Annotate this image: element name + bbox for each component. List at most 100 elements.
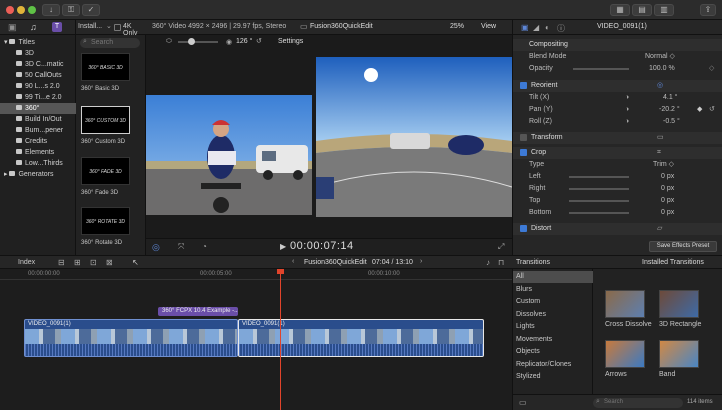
layout-toggle-2[interactable]: ▤ [632,4,652,16]
crop-left-slider[interactable] [569,176,629,178]
import-dropdown[interactable]: Install... [78,23,102,30]
roll-value[interactable]: -0.5 ° [663,116,680,128]
transition-category[interactable]: Replicator/Clones [513,359,593,371]
title-clip[interactable]: 360° FCPX 10.4 Example -... [158,307,238,316]
save-effects-preset-button[interactable]: Save Effects Preset [649,241,717,252]
color-inspector-icon[interactable]: ◐ [545,23,550,32]
transition-category[interactable]: Dissolves [513,309,593,321]
video-inspector-icon[interactable]: ▣ [521,23,529,32]
layout-toggle-1[interactable]: ▦ [610,4,630,16]
insert-clip-icon[interactable]: ⊞ [74,258,81,267]
transform-tool-icon[interactable]: ⤧ [178,242,184,252]
import-media-button[interactable]: ↓ [42,4,60,16]
minimize-window-button[interactable] [17,6,25,14]
pan-dial-icon[interactable]: ◑ [625,104,629,116]
transform-checkbox[interactable] [520,134,527,141]
layout-toggle-3[interactable]: ▥ [654,4,674,16]
reorient-checkbox[interactable] [520,82,527,89]
keywords-button[interactable]: ⚿ [62,4,80,16]
background-tasks-button[interactable]: ✓ [82,4,100,16]
crop-left-value[interactable]: 0 px [661,171,674,183]
play-button[interactable]: ▶ [280,242,286,251]
transition-category[interactable]: All [513,271,593,283]
share-button[interactable]: ⇪ [700,4,716,16]
sidebar-item[interactable]: Elements [0,147,76,158]
keyframe-add-icon[interactable]: ◆ [697,104,702,116]
filter-4k-checkbox[interactable] [114,24,121,31]
overwrite-clip-icon[interactable]: ⊠ [106,258,113,267]
reorient-globe-icon[interactable]: ◎ [657,80,663,92]
timeline[interactable]: 00:00:00:00 00:00:05:00 00:00:10:00 360°… [0,269,512,410]
sidebar-item[interactable]: 3D [0,48,76,59]
transition-category[interactable]: Stylized [513,371,593,383]
crop-section[interactable]: Crop ⌗ [513,147,722,159]
blend-mode-dropdown[interactable]: Normal ◇ [645,51,675,63]
titles-generators-icon[interactable]: T [52,22,62,32]
transitions-search-field[interactable]: ⌕ Search [593,398,683,408]
browser-search-field[interactable]: ⌕ Search [80,38,140,48]
angle-slider-knob[interactable] [188,38,195,45]
music-icon[interactable]: ♫ [30,22,40,32]
audio-skimming-icon[interactable]: ♪ [486,258,490,267]
crop-top-slider[interactable] [569,200,629,202]
photos-icon[interactable]: ▣ [8,22,18,32]
zoom-window-button[interactable] [28,6,36,14]
timeline-index-button[interactable]: Index [18,259,35,266]
dropdown-chevron-icon[interactable]: ⌄ [106,22,112,30]
viewer-settings-dropdown[interactable]: Settings [278,38,303,45]
sidebar-item[interactable]: Credits [0,136,76,147]
crop-type-dropdown[interactable]: Trim ◇ [653,159,674,171]
angle-slider[interactable] [178,41,218,43]
installed-transitions-dropdown[interactable]: Installed Transitions [642,259,704,266]
sidebar-item[interactable]: 90 L...s 2.0 [0,81,76,92]
append-clip-icon[interactable]: ⊡ [90,258,97,267]
crop-bottom-slider[interactable] [569,212,629,214]
title-thumbnail[interactable]: 360° ROTATE 3D [81,207,130,235]
sidebar-item[interactable]: 50 CallOuts [0,70,76,81]
crop-checkbox[interactable] [520,149,527,156]
fullscreen-icon[interactable]: ⤢ [498,242,504,252]
crop-onscreen-icon[interactable]: ⌗ [657,147,661,159]
tilt-value[interactable]: 4.1 ° [663,92,677,104]
video-clip-1[interactable]: VIDEO_0091(1) [24,319,238,357]
video-clip-2[interactable]: VIDEO_0091(1) [238,319,484,357]
crop-right-value[interactable]: 0 px [661,183,674,195]
transition-thumbnail[interactable] [659,340,699,368]
crop-top-value[interactable]: 0 px [661,195,674,207]
title-thumbnail[interactable]: 360° FADE 3D [81,157,130,185]
speed-icon[interactable]: ◔ [202,242,207,251]
crop-bottom-value[interactable]: 0 px [661,207,674,219]
360-globe-icon[interactable]: ◎ [152,242,160,253]
reorient-section[interactable]: Reorient ◎ [513,80,722,92]
compositing-section[interactable]: Compositing [513,39,722,51]
sidebar-item[interactable]: Low...Thirds [0,158,76,169]
distort-section[interactable]: Distort ▱ [513,223,722,235]
transition-category[interactable]: Lights [513,321,593,333]
sidebar-item[interactable]: 360° [0,103,76,114]
reset-icon[interactable]: ↺ [256,37,262,45]
angle-value[interactable]: 126 ° [236,38,252,45]
transition-thumbnail[interactable] [659,290,699,318]
opacity-value[interactable]: 100.0 % [649,63,675,75]
360-headset-icon[interactable]: ⬭ [166,38,172,46]
keyframe-icon[interactable]: ◇ [709,63,714,75]
tilt-dial-icon[interactable]: ◑ [625,92,629,104]
sidebar-item[interactable]: Build In/Out [0,114,76,125]
sidebar-item[interactable]: 99 Ti...e 2.0 [0,92,76,103]
connect-clip-icon[interactable]: ⊟ [58,258,65,267]
transition-thumbnail[interactable] [605,340,645,368]
sidebar-item[interactable]: 3D C...matic [0,59,76,70]
sidebar-item[interactable]: ▸ Generators [0,169,76,180]
viewer-view-menu[interactable]: View [481,23,496,30]
roll-dial-icon[interactable]: ◑ [625,116,629,128]
close-window-button[interactable] [6,6,14,14]
sidebar-item[interactable]: Bum...pener [0,125,76,136]
reset-parameter-icon[interactable]: ↺ [709,104,715,116]
info-inspector-icon[interactable]: ⓘ [557,23,565,34]
playhead[interactable] [280,269,281,410]
transform-onscreen-icon[interactable]: ▭ [657,132,664,144]
crop-right-slider[interactable] [569,188,629,190]
snapping-icon[interactable]: ⊓ [498,258,504,267]
viewer-zoom-dropdown[interactable]: 25% [450,23,464,30]
select-tool-icon[interactable]: ↖ [132,258,139,267]
